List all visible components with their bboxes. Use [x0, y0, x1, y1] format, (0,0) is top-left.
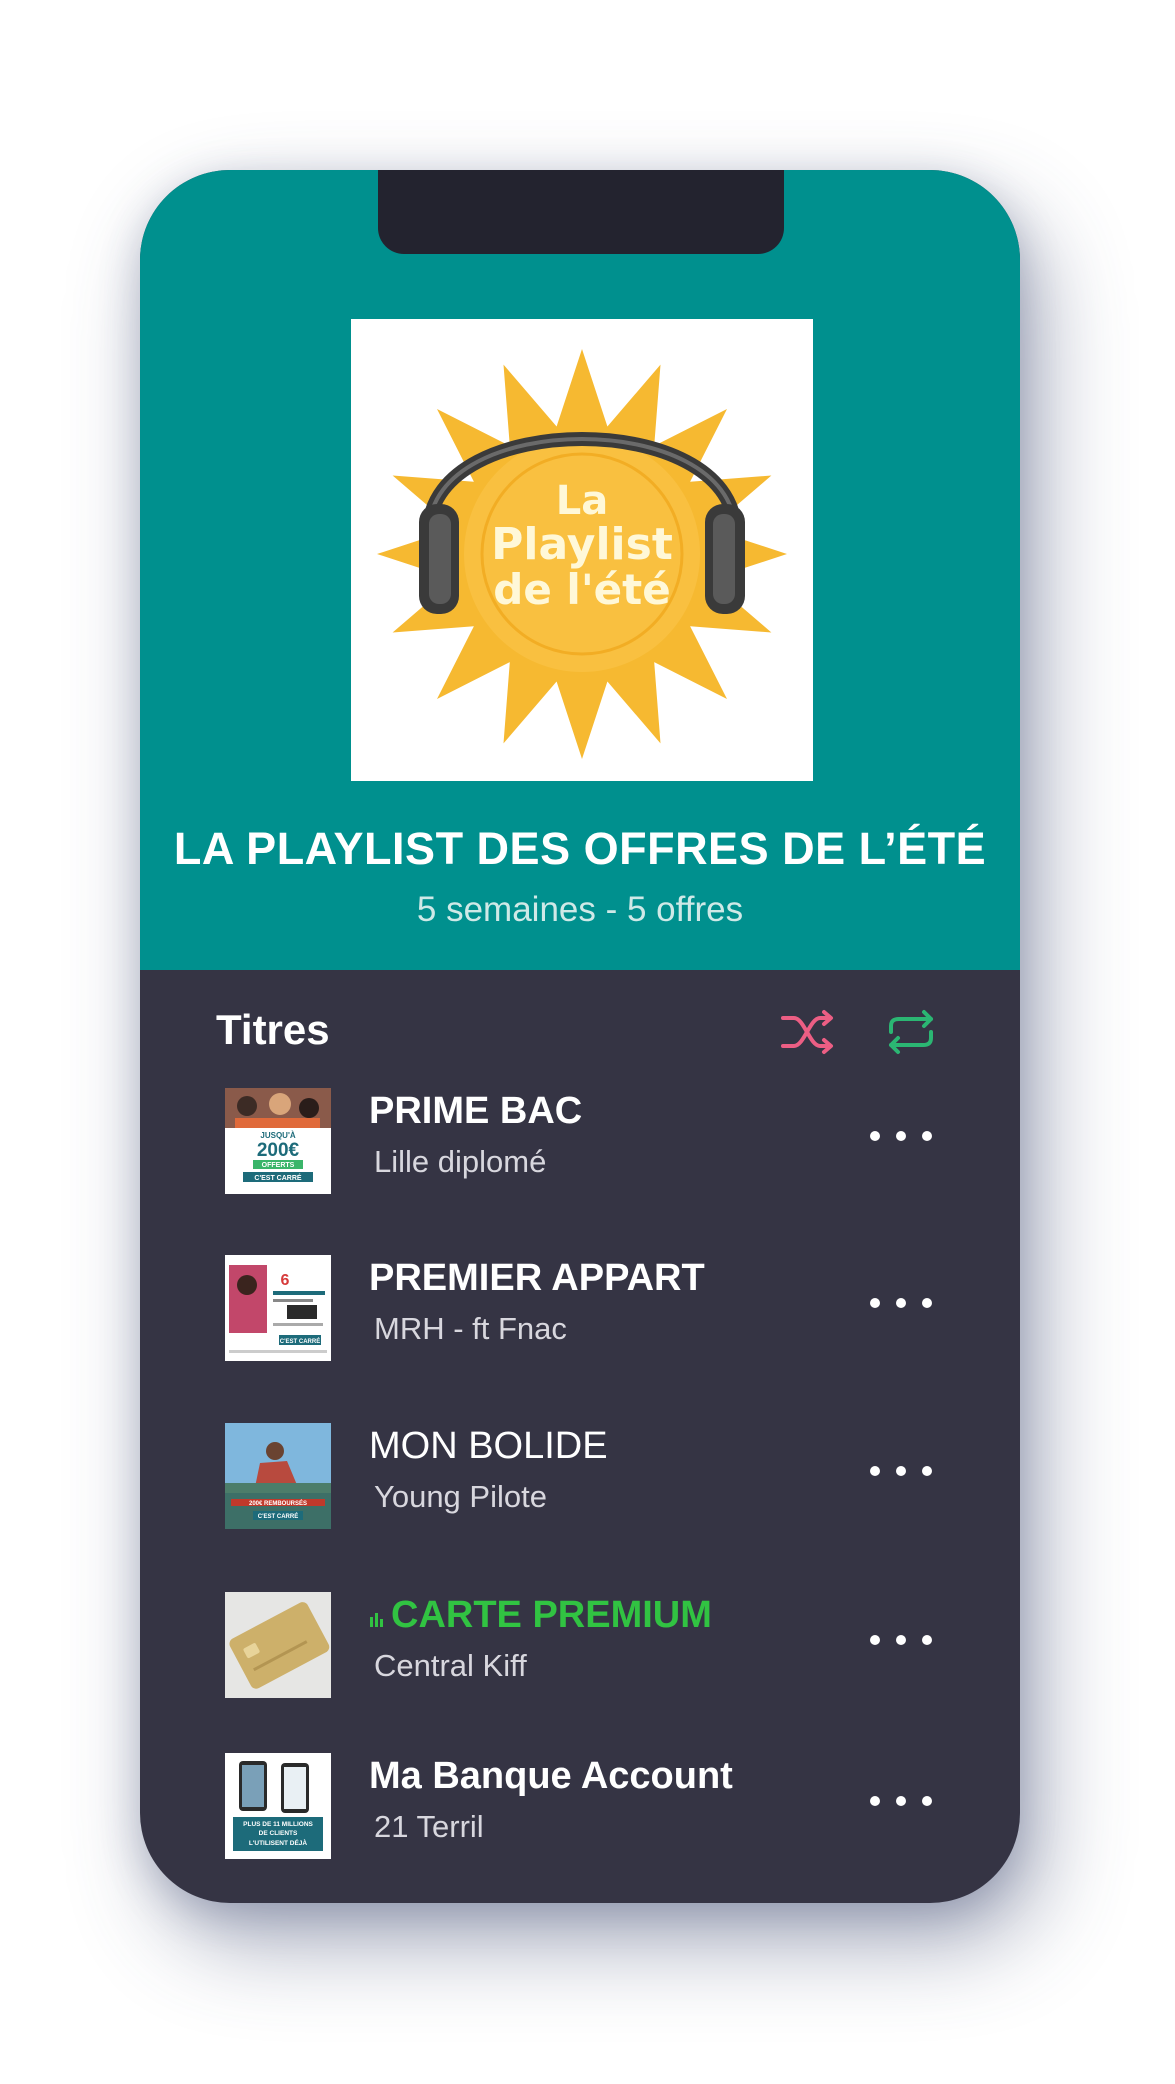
track-row-prime-bac[interactable]: JUSQU'À 200€ OFFERTS C'EST CARRÉ PRIME B… — [140, 1088, 1020, 1208]
phone-frame: La Playlist de l'été LA PLAYLIST DES OFF… — [140, 170, 1020, 1903]
svg-text:C'EST CARRÉ: C'EST CARRÉ — [254, 1173, 301, 1182]
track-thumbnail — [225, 1592, 331, 1698]
playlist-cover[interactable]: La Playlist de l'été — [351, 319, 813, 781]
track-artist: 21 Terril — [374, 1809, 484, 1844]
track-row-premier-appart[interactable]: 6 C'EST CARRÉ PREMIER APPART MRH - ft Fn… — [140, 1255, 1020, 1375]
track-row-mon-bolide[interactable]: 200€ REMBOURSÉS C'EST CARRÉ MON BOLIDE Y… — [140, 1423, 1020, 1543]
track-row-ma-banque-account[interactable]: PLUS DE 11 MILLIONS DE CLIENTS L'UTILISE… — [140, 1753, 1020, 1873]
more-options-icon[interactable] — [870, 1630, 932, 1650]
track-thumbnail: JUSQU'À 200€ OFFERTS C'EST CARRÉ — [225, 1088, 331, 1194]
track-title: CARTE PREMIUM — [391, 1594, 712, 1636]
track-artist: Central Kiff — [374, 1648, 527, 1683]
track-title: PREMIER APPART — [369, 1257, 705, 1299]
shuffle-icon[interactable] — [780, 1008, 836, 1056]
repeat-icon[interactable] — [885, 1008, 937, 1056]
track-artist: MRH - ft Fnac — [374, 1311, 567, 1346]
more-options-icon[interactable] — [870, 1293, 932, 1313]
svg-text:6: 6 — [281, 1272, 290, 1289]
svg-text:de l'été: de l'été — [493, 565, 670, 614]
track-artist: Young Pilote — [374, 1479, 547, 1514]
track-title: Ma Banque Account — [369, 1755, 733, 1797]
section-title: Titres — [216, 1006, 330, 1053]
playlist-header: La Playlist de l'été LA PLAYLIST DES OFF… — [140, 170, 1020, 970]
track-title: PRIME BAC — [369, 1090, 583, 1132]
track-thumbnail: PLUS DE 11 MILLIONS DE CLIENTS L'UTILISE… — [225, 1753, 331, 1859]
svg-text:C'EST CARRÉ: C'EST CARRÉ — [258, 1512, 298, 1520]
svg-text:OFFERTS: OFFERTS — [262, 1162, 295, 1169]
track-title-now-playing: CARTE PREMIUM — [369, 1594, 712, 1637]
svg-text:PLUS DE 11 MILLIONS: PLUS DE 11 MILLIONS — [243, 1821, 313, 1828]
more-options-icon[interactable] — [870, 1126, 932, 1146]
more-options-icon[interactable] — [870, 1461, 932, 1481]
svg-text:DE CLIENTS: DE CLIENTS — [259, 1830, 298, 1837]
now-playing-icon — [370, 1612, 383, 1627]
svg-text:Playlist: Playlist — [491, 519, 673, 570]
track-thumbnail: 200€ REMBOURSÉS C'EST CARRÉ — [225, 1423, 331, 1529]
track-thumbnail: 6 C'EST CARRÉ — [225, 1255, 331, 1361]
playlist-subtitle: 5 semaines - 5 offres — [416, 890, 744, 929]
svg-text:L'UTILISENT DÉJÀ: L'UTILISENT DÉJÀ — [249, 1838, 308, 1847]
track-title: MON BOLIDE — [369, 1425, 608, 1467]
track-row-carte-premium[interactable]: CARTE PREMIUM Central Kiff — [140, 1592, 1020, 1712]
svg-text:JUSQU'À: JUSQU'À — [260, 1131, 295, 1140]
sun-headphones-logo: La Playlist de l'été — [377, 349, 787, 759]
playlist-title: LA PLAYLIST DES OFFRES DE L’ÉTÉ — [173, 823, 987, 874]
svg-text:200€ REMBOURSÉS: 200€ REMBOURSÉS — [249, 1499, 307, 1507]
svg-text:C'EST CARRÉ: C'EST CARRÉ — [280, 1337, 320, 1345]
track-artist: Lille diplomé — [374, 1144, 547, 1179]
svg-text:200€: 200€ — [257, 1140, 300, 1161]
phone-notch — [378, 170, 784, 254]
more-options-icon[interactable] — [870, 1791, 932, 1811]
svg-text:La: La — [556, 478, 608, 524]
